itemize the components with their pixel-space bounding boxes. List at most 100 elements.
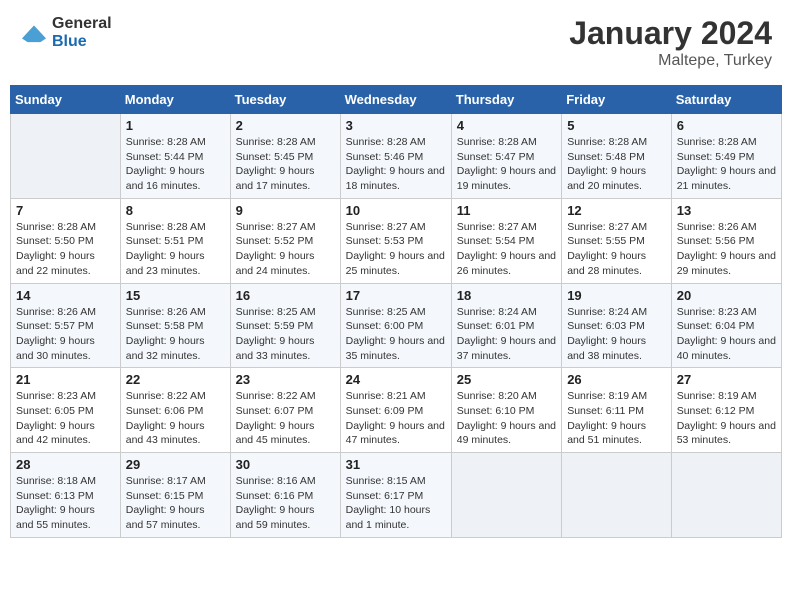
cell-info: Sunrise: 8:23 AMSunset: 6:04 PMDaylight:… — [677, 305, 776, 364]
calendar-cell: 4 Sunrise: 8:28 AMSunset: 5:47 PMDaylight… — [451, 114, 561, 199]
cell-info: Sunrise: 8:23 AMSunset: 6:05 PMDaylight:… — [16, 389, 115, 448]
location: Maltepe, Turkey — [569, 52, 772, 70]
calendar-cell: 5 Sunrise: 8:28 AMSunset: 5:48 PMDaylight… — [562, 114, 672, 199]
calendar-cell: 21 Sunrise: 8:23 AMSunset: 6:05 PMDayligh… — [11, 368, 121, 453]
header-row: Sunday Monday Tuesday Wednesday Thursday… — [11, 86, 782, 114]
cell-date-number: 6 — [677, 118, 776, 133]
cell-info: Sunrise: 8:26 AMSunset: 5:58 PMDaylight:… — [126, 305, 225, 364]
cell-info: Sunrise: 8:24 AMSunset: 6:03 PMDaylight:… — [567, 305, 666, 364]
calendar-table: Sunday Monday Tuesday Wednesday Thursday… — [10, 85, 782, 538]
header-tuesday: Tuesday — [230, 86, 340, 114]
title-block: January 2024 Maltepe, Turkey — [569, 15, 772, 70]
calendar-cell: 22 Sunrise: 8:22 AMSunset: 6:06 PMDayligh… — [120, 368, 230, 453]
cell-info: Sunrise: 8:28 AMSunset: 5:49 PMDaylight:… — [677, 135, 776, 194]
cell-date-number: 23 — [236, 372, 335, 387]
cell-info: Sunrise: 8:16 AMSunset: 6:16 PMDaylight:… — [236, 474, 335, 533]
cell-date-number: 4 — [457, 118, 556, 133]
cell-info: Sunrise: 8:26 AMSunset: 5:57 PMDaylight:… — [16, 305, 115, 364]
cell-date-number: 21 — [16, 372, 115, 387]
cell-date-number: 2 — [236, 118, 335, 133]
calendar-cell: 8Sunrise: 8:28 AMSunset: 5:51 PMDaylight… — [120, 198, 230, 283]
cell-date-number: 24 — [346, 372, 446, 387]
cell-info: Sunrise: 8:22 AMSunset: 6:06 PMDaylight:… — [126, 389, 225, 448]
calendar-cell: 7Sunrise: 8:28 AMSunset: 5:50 PMDaylight… — [11, 198, 121, 283]
calendar-week-2: 7Sunrise: 8:28 AMSunset: 5:50 PMDaylight… — [11, 198, 782, 283]
calendar-cell: 19Sunrise: 8:24 AMSunset: 6:03 PMDayligh… — [562, 283, 672, 368]
calendar-cell: 31 Sunrise: 8:15 AMSunset: 6:17 PMDayligh… — [340, 453, 451, 538]
cell-info: Sunrise: 8:28 AMSunset: 5:44 PMDaylight:… — [126, 135, 225, 194]
calendar-body: 1 Sunrise: 8:28 AMSunset: 5:44 PMDaylight… — [11, 114, 782, 538]
cell-date-number: 26 — [567, 372, 666, 387]
cell-date-number: 17 — [346, 288, 446, 303]
cell-info: Sunrise: 8:15 AMSunset: 6:17 PMDaylight:… — [346, 474, 446, 533]
calendar-cell: 2Sunrise: 8:28 AMSunset: 5:45 PMDaylight… — [230, 114, 340, 199]
month-year: January 2024 — [569, 15, 772, 52]
calendar-cell: 24 Sunrise: 8:21 AMSunset: 6:09 PMDayligh… — [340, 368, 451, 453]
cell-date-number: 20 — [677, 288, 776, 303]
cell-info: Sunrise: 8:27 AMSunset: 5:54 PMDaylight:… — [457, 220, 556, 279]
cell-date-number: 10 — [346, 203, 446, 218]
cell-date-number: 28 — [16, 457, 115, 472]
cell-info: Sunrise: 8:17 AMSunset: 6:15 PMDaylight:… — [126, 474, 225, 533]
calendar-cell: 6 Sunrise: 8:28 AMSunset: 5:49 PMDaylight… — [671, 114, 781, 199]
calendar-cell: 15Sunrise: 8:26 AMSunset: 5:58 PMDayligh… — [120, 283, 230, 368]
cell-info: Sunrise: 8:21 AMSunset: 6:09 PMDaylight:… — [346, 389, 446, 448]
calendar-cell — [671, 453, 781, 538]
cell-info: Sunrise: 8:24 AMSunset: 6:01 PMDaylight:… — [457, 305, 556, 364]
cell-date-number: 25 — [457, 372, 556, 387]
logo-general: General — [52, 15, 112, 32]
header-wednesday: Wednesday — [340, 86, 451, 114]
calendar-cell: 26 Sunrise: 8:19 AMSunset: 6:11 PMDayligh… — [562, 368, 672, 453]
cell-date-number: 1 — [126, 118, 225, 133]
cell-date-number: 22 — [126, 372, 225, 387]
calendar-cell: 28 Sunrise: 8:18 AMSunset: 6:13 PMDayligh… — [11, 453, 121, 538]
cell-info: Sunrise: 8:18 AMSunset: 6:13 PMDaylight:… — [16, 474, 115, 533]
calendar-week-4: 21 Sunrise: 8:23 AMSunset: 6:05 PMDayligh… — [11, 368, 782, 453]
cell-date-number: 30 — [236, 457, 335, 472]
cell-date-number: 13 — [677, 203, 776, 218]
cell-date-number: 14 — [16, 288, 115, 303]
cell-info: Sunrise: 8:27 AMSunset: 5:52 PMDaylight:… — [236, 220, 335, 279]
calendar-cell: 11 Sunrise: 8:27 AMSunset: 5:54 PMDayligh… — [451, 198, 561, 283]
cell-info: Sunrise: 8:28 AMSunset: 5:48 PMDaylight:… — [567, 135, 666, 194]
calendar-week-1: 1 Sunrise: 8:28 AMSunset: 5:44 PMDaylight… — [11, 114, 782, 199]
calendar-cell: 30 Sunrise: 8:16 AMSunset: 6:16 PMDayligh… — [230, 453, 340, 538]
cell-info: Sunrise: 8:27 AMSunset: 5:55 PMDaylight:… — [567, 220, 666, 279]
calendar-cell: 13Sunrise: 8:26 AMSunset: 5:56 PMDayligh… — [671, 198, 781, 283]
calendar-cell: 29Sunrise: 8:17 AMSunset: 6:15 PMDayligh… — [120, 453, 230, 538]
calendar-cell: 23 Sunrise: 8:22 AMSunset: 6:07 PMDayligh… — [230, 368, 340, 453]
calendar-cell: 3Sunrise: 8:28 AMSunset: 5:46 PMDaylight… — [340, 114, 451, 199]
calendar-cell: 1 Sunrise: 8:28 AMSunset: 5:44 PMDaylight… — [120, 114, 230, 199]
calendar-cell — [562, 453, 672, 538]
cell-date-number: 11 — [457, 203, 556, 218]
calendar-cell — [11, 114, 121, 199]
page-header: General Blue January 2024 Maltepe, Turke… — [10, 10, 782, 75]
calendar-cell: 25 Sunrise: 8:20 AMSunset: 6:10 PMDayligh… — [451, 368, 561, 453]
header-friday: Friday — [562, 86, 672, 114]
cell-info: Sunrise: 8:25 AMSunset: 5:59 PMDaylight:… — [236, 305, 335, 364]
calendar-cell: 17Sunrise: 8:25 AMSunset: 6:00 PMDayligh… — [340, 283, 451, 368]
header-sunday: Sunday — [11, 86, 121, 114]
cell-date-number: 31 — [346, 457, 446, 472]
cell-info: Sunrise: 8:28 AMSunset: 5:50 PMDaylight:… — [16, 220, 115, 279]
cell-info: Sunrise: 8:22 AMSunset: 6:07 PMDaylight:… — [236, 389, 335, 448]
logo: General Blue — [20, 15, 112, 51]
calendar-cell: 27 Sunrise: 8:19 AMSunset: 6:12 PMDayligh… — [671, 368, 781, 453]
calendar-cell: 12 Sunrise: 8:27 AMSunset: 5:55 PMDayligh… — [562, 198, 672, 283]
calendar-cell — [451, 453, 561, 538]
cell-date-number: 27 — [677, 372, 776, 387]
calendar-cell: 16Sunrise: 8:25 AMSunset: 5:59 PMDayligh… — [230, 283, 340, 368]
cell-date-number: 12 — [567, 203, 666, 218]
cell-date-number: 5 — [567, 118, 666, 133]
cell-date-number: 3 — [346, 118, 446, 133]
logo-blue: Blue — [52, 33, 87, 50]
calendar-cell: 18Sunrise: 8:24 AMSunset: 6:01 PMDayligh… — [451, 283, 561, 368]
logo-icon — [20, 22, 48, 44]
cell-info: Sunrise: 8:20 AMSunset: 6:10 PMDaylight:… — [457, 389, 556, 448]
cell-info: Sunrise: 8:27 AMSunset: 5:53 PMDaylight:… — [346, 220, 446, 279]
cell-info: Sunrise: 8:19 AMSunset: 6:12 PMDaylight:… — [677, 389, 776, 448]
header-saturday: Saturday — [671, 86, 781, 114]
cell-date-number: 9 — [236, 203, 335, 218]
cell-info: Sunrise: 8:28 AMSunset: 5:47 PMDaylight:… — [457, 135, 556, 194]
cell-info: Sunrise: 8:19 AMSunset: 6:11 PMDaylight:… — [567, 389, 666, 448]
